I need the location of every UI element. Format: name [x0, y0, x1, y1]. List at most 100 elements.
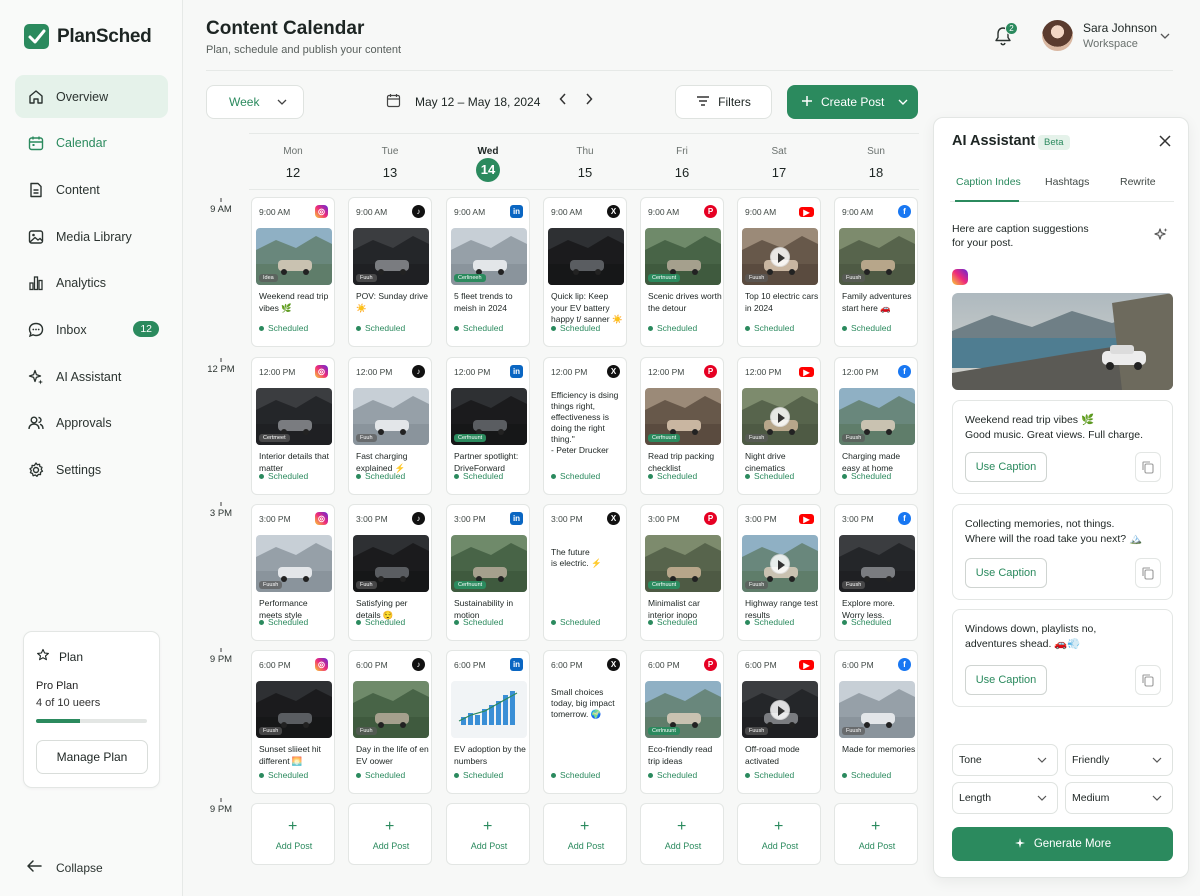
- caption-text: Weekend read trip vibes 🌿 Good music. Gr…: [965, 414, 1143, 441]
- plus-icon: +: [871, 818, 881, 835]
- post-status: Scheduled: [551, 770, 600, 780]
- day-column-header[interactable]: Tue 13: [348, 134, 432, 185]
- use-caption-button[interactable]: Use Caption: [965, 558, 1047, 588]
- post-card[interactable]: 9:00 AM ▶ Fuush Top 10 electric cars in 202…: [737, 197, 821, 347]
- day-column-header[interactable]: Fri 16: [640, 134, 724, 185]
- post-tag: Certnuunt: [648, 274, 681, 282]
- manage-plan-button[interactable]: Manage Plan: [36, 740, 148, 774]
- day-column-header[interactable]: Sun 18: [834, 134, 918, 185]
- sidebar-item-content[interactable]: Content: [15, 168, 168, 211]
- post-status: Scheduled: [551, 617, 600, 627]
- post-card[interactable]: 12:00 PM P Cerfnuunt Read trip packing chec…: [640, 357, 724, 495]
- chevron-down-icon[interactable]: [1160, 29, 1170, 43]
- post-card[interactable]: 3:00 PM in Cerfnuunt Sustainability in moti…: [446, 504, 530, 641]
- post-card[interactable]: 12:00 PM f Fuush Charging made easy at home…: [834, 357, 918, 495]
- length-select[interactable]: Medium: [1065, 782, 1173, 814]
- sidebar-item-approvals[interactable]: Approvals: [15, 402, 168, 445]
- previous-week-button[interactable]: [559, 93, 567, 108]
- post-card[interactable]: 6:00 PM P Cerlnuunt Eco-friendly read trip …: [640, 650, 724, 794]
- close-icon[interactable]: [1159, 135, 1171, 150]
- add-post-button[interactable]: + Add Post: [834, 803, 918, 865]
- collapse-sidebar-button[interactable]: Collapse: [26, 859, 103, 876]
- use-caption-button[interactable]: Use Caption: [965, 665, 1047, 695]
- post-tag: Fuuh: [356, 434, 377, 442]
- post-card[interactable]: 3:00 PM ♪ Fuuh Satisfying per details 😌 Sche…: [348, 504, 432, 641]
- post-card[interactable]: 9:00 AM X Quick lip: Keep your EV battery …: [543, 197, 627, 347]
- sidebar-item-ai-assistant[interactable]: AI Assistant: [15, 355, 168, 398]
- tone-select[interactable]: Friendly: [1065, 744, 1173, 776]
- post-time: 12:00 PM: [454, 367, 491, 377]
- copy-icon[interactable]: [1135, 558, 1161, 588]
- add-post-button[interactable]: + Add Post: [446, 803, 530, 865]
- logo[interactable]: PlanSched: [24, 24, 152, 49]
- post-card[interactable]: 6:00 PM ▶ Fuush Off-road mode activated Sche…: [737, 650, 821, 794]
- ai-panel-title: AI Assistant: [952, 133, 1036, 149]
- post-thumbnail: Fuush: [742, 535, 818, 592]
- day-number: 17: [771, 165, 787, 180]
- day-name: Mon: [283, 146, 303, 157]
- chevron-down-icon[interactable]: [888, 85, 918, 119]
- post-title: Eco-friendly read trip ideas: [648, 744, 713, 766]
- post-card[interactable]: 9:00 AM P Certnuunt Scenic drives worth the…: [640, 197, 724, 347]
- sidebar-item-media-library[interactable]: Media Library: [15, 215, 168, 258]
- post-card[interactable]: 3:00 PM ◎ Fuush Performance meets style Sche…: [251, 504, 335, 641]
- post-card[interactable]: 9:00 AM f Fuush Family adventures start her…: [834, 197, 918, 347]
- post-tag: Fuush: [259, 581, 283, 589]
- post-tag: Cerlnuunt: [648, 727, 680, 735]
- copy-icon[interactable]: [1135, 452, 1161, 482]
- post-card[interactable]: 9:00 AM ◎ Idea Weekend read trip vibes 🌿 Sch…: [251, 197, 335, 347]
- post-card[interactable]: 12:00 PM ◎ Certmeet Interior details that m…: [251, 357, 335, 495]
- add-post-button[interactable]: + Add Post: [348, 803, 432, 865]
- use-caption-button[interactable]: Use Caption: [965, 452, 1047, 482]
- filters-label: Filters: [718, 95, 751, 109]
- bar-chart-icon: [27, 274, 45, 292]
- post-card[interactable]: 3:00 PM ▶ Fuush Highway range test results S…: [737, 504, 821, 641]
- logo-check-icon: [24, 24, 49, 49]
- next-week-button[interactable]: [585, 93, 593, 108]
- create-post-button[interactable]: Create Post: [787, 85, 918, 119]
- post-card[interactable]: 6:00 PM ♪ Fuuh Day in the life of en EV oow…: [348, 650, 432, 794]
- tab-rewrite[interactable]: Rewrite: [1120, 176, 1156, 188]
- post-card[interactable]: 12:00 PM X Efficiency is dsing things righ…: [543, 357, 627, 495]
- post-card[interactable]: 9:00 AM in Cerlineeh 5 fleet trends to meis…: [446, 197, 530, 347]
- add-post-button[interactable]: + Add Post: [640, 803, 724, 865]
- post-card[interactable]: 6:00 PM in EV adoption by the numbers Sched…: [446, 650, 530, 794]
- avatar[interactable]: [1042, 20, 1073, 51]
- post-card[interactable]: 3:00 PM X The future is electric. ⚡ Schedul…: [543, 504, 627, 641]
- tab-hashtags[interactable]: Hashtags: [1045, 176, 1089, 188]
- star-icon: [36, 648, 50, 665]
- plan-usage-fill: [36, 719, 81, 723]
- post-card[interactable]: 6:00 PM ◎ Fuush Sunset sliieet hit differen…: [251, 650, 335, 794]
- view-select[interactable]: Week: [206, 85, 304, 119]
- post-card[interactable]: 12:00 PM ♪ Fuuh Fast charging explained ⚡ Sc…: [348, 357, 432, 495]
- generate-more-button[interactable]: Generate More: [952, 827, 1173, 861]
- generate-more-label: Generate More: [1033, 838, 1112, 850]
- sidebar-item-calendar[interactable]: Calendar: [15, 122, 168, 165]
- add-post-button[interactable]: + Add Post: [543, 803, 627, 865]
- tab-caption-ideas[interactable]: Caption Indes: [956, 176, 1021, 188]
- post-card[interactable]: 9:00 AM ♪ Fuuh POV: Sunday drive ☀️ Schedule…: [348, 197, 432, 347]
- day-column-header[interactable]: Sat 17: [737, 134, 821, 185]
- day-column-header[interactable]: Thu 15: [543, 134, 627, 185]
- day-column-header[interactable]: Wed 14: [446, 134, 530, 182]
- tone-label-select[interactable]: Tone: [952, 744, 1058, 776]
- add-post-button[interactable]: + Add Post: [251, 803, 335, 865]
- post-card[interactable]: 6:00 PM f Fuush Made for memories Scheduled: [834, 650, 918, 794]
- post-card[interactable]: 3:00 PM P Cerfnuunt Minimalist car interior…: [640, 504, 724, 641]
- sidebar-item-inbox[interactable]: Inbox 12: [15, 308, 168, 351]
- day-column-header[interactable]: Mon 12: [251, 134, 335, 185]
- post-card[interactable]: 12:00 PM ▶ Fuush Night drive cinematics Sche…: [737, 357, 821, 495]
- add-post-button[interactable]: + Add Post: [737, 803, 821, 865]
- copy-icon[interactable]: [1135, 665, 1161, 695]
- sidebar-item-analytics[interactable]: Analytics: [15, 262, 168, 305]
- length-label-select[interactable]: Length: [952, 782, 1058, 814]
- post-card[interactable]: 6:00 PM X Small choices today, big impact …: [543, 650, 627, 794]
- sidebar-item-overview[interactable]: Overview: [15, 75, 168, 118]
- ai-tabs: Caption Indes Hashtags Rewrite: [950, 169, 1174, 202]
- post-card[interactable]: 3:00 PM f Fuush Explore more. Worry less. Sc…: [834, 504, 918, 641]
- date-range[interactable]: May 12 – May 18, 2024: [386, 93, 540, 111]
- filters-button[interactable]: Filters: [675, 85, 772, 119]
- time-label: 9 AM: [205, 198, 237, 215]
- sidebar-item-settings[interactable]: Settings: [15, 449, 168, 492]
- post-card[interactable]: 12:00 PM in Cerfnuunt Partner spotlight: Dr…: [446, 357, 530, 495]
